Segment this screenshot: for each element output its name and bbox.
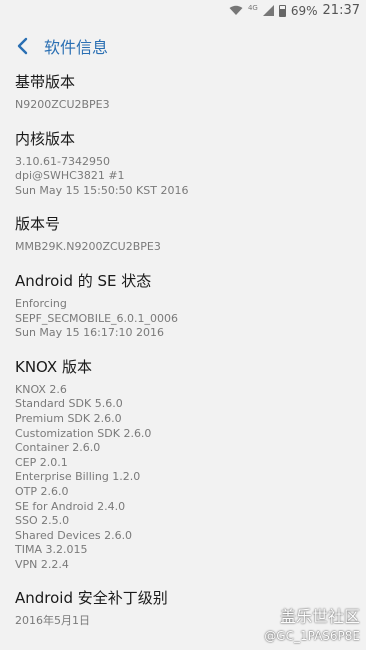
item-value: Premium SDK 2.6.0 [15, 411, 122, 425]
watermark: 盖乐世社区 @GC_1PAS6P8E [264, 606, 360, 644]
item-value: Enterprise Billing 1.2.0 [15, 470, 141, 484]
screen: 4G 69% 21:37 软件信息 基带版本 N9200ZCU2BPE3 内核版… [0, 0, 366, 650]
item-value: Sun May 15 16:17:10 2016 [15, 326, 165, 340]
kernel-version-item[interactable]: 内核版本 3.10.61-7342950 dpi@SWHC3821 #1 Sun… [15, 129, 356, 199]
signal-icon [262, 5, 274, 16]
item-value: Shared Devices 2.6.0 [15, 528, 133, 542]
item-value: Standard SDK 5.6.0 [15, 397, 123, 411]
status-icons: 4G 69% 21:37 [229, 3, 360, 18]
info-list: 基带版本 N9200ZCU2BPE3 内核版本 3.10.61-7342950 … [15, 72, 356, 645]
item-title: KNOX 版本 [15, 357, 92, 376]
item-value: SEPF_SECMOBILE_6.0.1_0006 [15, 311, 179, 325]
item-value: CEP 2.0.1 [15, 455, 68, 469]
page-title: 软件信息 [44, 38, 109, 57]
item-value: Customization SDK 2.6.0 [15, 426, 152, 440]
se-status-item[interactable]: Android 的 SE 状态 Enforcing SEPF_SECMOBILE… [15, 271, 356, 341]
item-value: TIMA 3.2.015 [15, 543, 88, 557]
network-type-label: 4G [247, 3, 258, 12]
item-value: Container 2.6.0 [15, 441, 101, 455]
item-value: MMB29K.N9200ZCU2BPE3 [15, 240, 161, 254]
item-value: VPN 2.2.4 [15, 557, 69, 571]
item-title: Android 的 SE 状态 [15, 271, 152, 290]
chevron-left-icon [17, 37, 28, 55]
app-header: 软件信息 [0, 22, 366, 70]
wifi-icon [229, 5, 243, 15]
item-value: Enforcing [15, 296, 67, 310]
build-number-item[interactable]: 版本号 MMB29K.N9200ZCU2BPE3 [15, 214, 356, 255]
status-bar: 4G 69% 21:37 [0, 0, 366, 22]
battery-percent: 69% [290, 3, 318, 18]
watermark-brand: 盖乐世社区 [279, 607, 360, 626]
item-value: N9200ZCU2BPE3 [15, 98, 110, 111]
baseband-version-item[interactable]: 基带版本 N9200ZCU2BPE3 [15, 72, 356, 113]
item-title: 版本号 [15, 215, 61, 234]
knox-version-item[interactable]: KNOX 版本 KNOX 2.6 Standard SDK 5.6.0 Prem… [15, 357, 356, 573]
item-value: KNOX 2.6 [15, 382, 67, 396]
clock: 21:37 [322, 3, 360, 18]
item-title: 基带版本 [15, 73, 76, 91]
battery-icon [278, 4, 286, 17]
item-value: 3.10.61-7342950 [15, 154, 110, 168]
item-value: SE for Android 2.4.0 [15, 499, 126, 513]
back-button[interactable] [2, 26, 42, 66]
item-value: Sun May 15 15:50:50 KST 2016 [15, 183, 189, 197]
item-value: OTP 2.6.0 [15, 484, 69, 498]
watermark-user: @GC_1PAS6P8E [264, 629, 360, 643]
item-value: dpi@SWHC3821 #1 [15, 169, 125, 183]
item-value: SSO 2.5.0 [15, 514, 70, 528]
item-title: 内核版本 [15, 129, 76, 148]
